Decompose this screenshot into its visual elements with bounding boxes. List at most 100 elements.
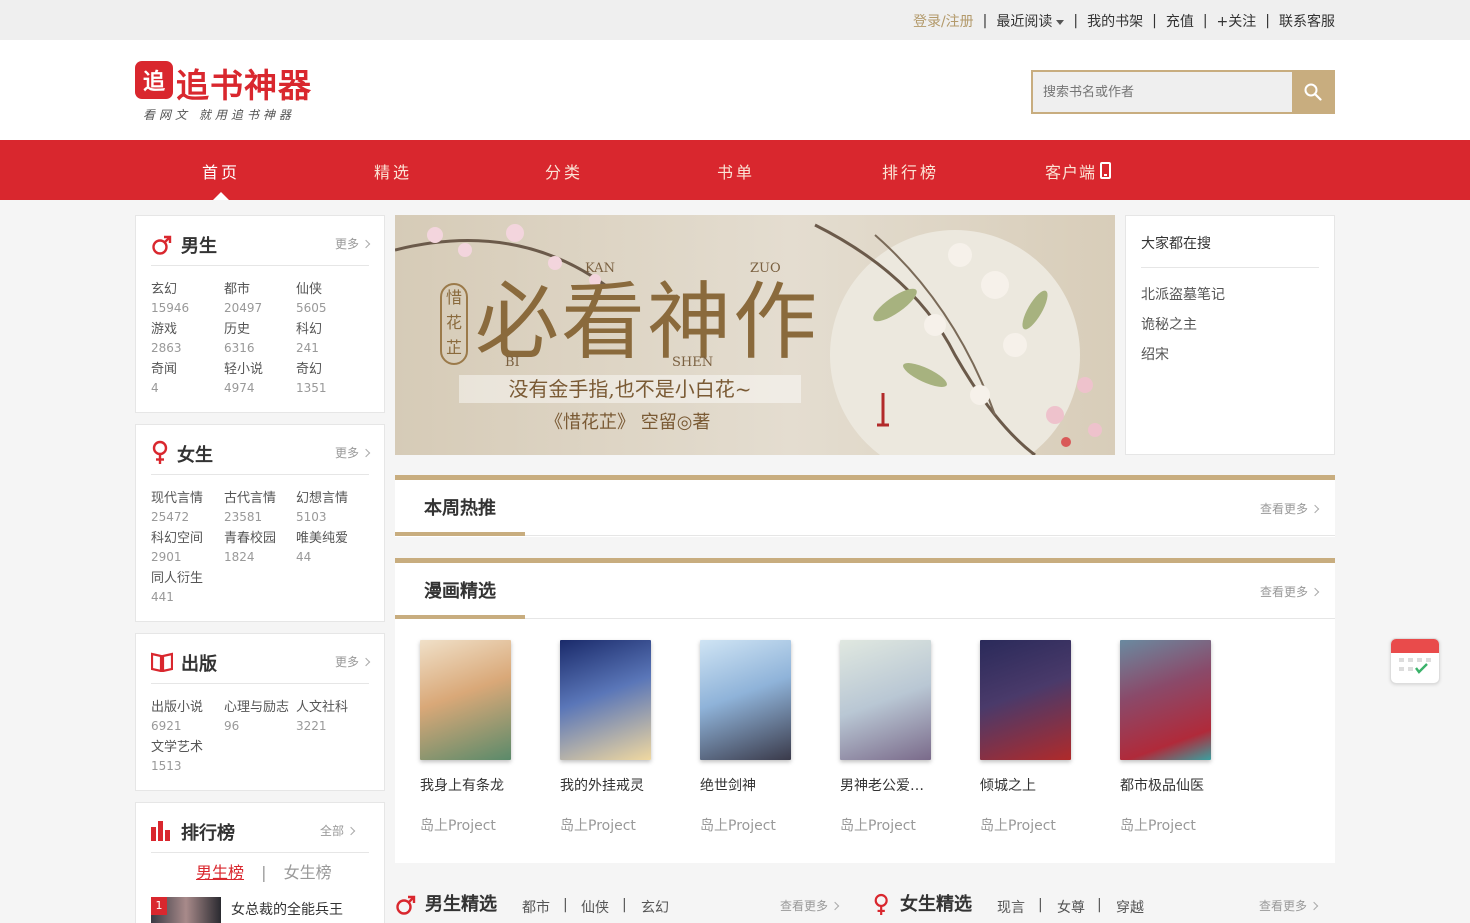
manga-card[interactable]: 倾城之上 岛上Project [955, 640, 1071, 834]
rank-book-title[interactable]: 女总裁的全能兵王 [231, 899, 343, 919]
chevron-right-icon [1310, 504, 1320, 514]
category-item[interactable]: 幻想言情 5103 [296, 491, 368, 527]
manga-cover[interactable] [1120, 640, 1211, 760]
manga-author[interactable]: 岛上Project [1120, 815, 1196, 835]
category-item[interactable]: 奇闻 4 [151, 362, 223, 398]
recent-reading-dropdown[interactable]: 最近阅读 [996, 11, 1065, 31]
hot-search-item[interactable]: 北派盗墓笔记 [1141, 284, 1225, 304]
manga-card[interactable]: 绝世剑神 岛上Project [675, 640, 791, 834]
panel-title: 男生 [181, 236, 217, 257]
tab-female-ranking[interactable]: 女生榜 [284, 863, 332, 882]
book-cover-thumb[interactable]: 1 [151, 897, 221, 923]
male-view-more-link[interactable]: 查看更多 [780, 897, 840, 914]
manga-card[interactable]: 我身上有条龙 岛上Project [395, 640, 511, 834]
nav-featured[interactable]: 精选 [374, 159, 412, 183]
category-item[interactable]: 玄幻 15946 [151, 282, 223, 318]
book-icon [151, 652, 173, 672]
manga-author[interactable]: 岛上Project [700, 815, 776, 835]
tab-male-ranking[interactable]: 男生榜 [196, 863, 244, 882]
male-tag[interactable]: 都市 [522, 897, 550, 917]
follow-link[interactable]: +关注 [1217, 11, 1257, 31]
login-register-link[interactable]: 登录/注册 [913, 11, 974, 31]
view-more-link[interactable]: 查看更多 [1260, 500, 1320, 517]
manga-title[interactable]: 男神老公爱… [840, 775, 950, 795]
manga-title[interactable]: 我身上有条龙 [420, 775, 530, 795]
logo-text[interactable]: 追书神器 [176, 59, 312, 107]
panel-header: 出版 更多 [151, 648, 371, 684]
my-shelf-link[interactable]: 我的书架 [1087, 11, 1143, 31]
manga-title[interactable]: 绝世剑神 [700, 775, 810, 795]
category-item[interactable]: 文学艺术 1513 [151, 740, 223, 776]
category-item[interactable]: 奇幻 1351 [296, 362, 368, 398]
category-item[interactable]: 科幻 241 [296, 322, 368, 358]
manga-cover[interactable] [420, 640, 511, 760]
manga-cover[interactable] [700, 640, 791, 760]
manga-cover[interactable] [840, 640, 931, 760]
panel-header: 女生 更多 [151, 439, 371, 475]
category-item[interactable]: 仙侠 5605 [296, 282, 368, 318]
male-tag[interactable]: 仙侠 [581, 897, 609, 917]
category-item[interactable]: 同人衍生 441 [151, 571, 223, 607]
nav-booklist[interactable]: 书单 [717, 159, 755, 183]
nav-ranking[interactable]: 排行榜 [882, 159, 939, 183]
manga-cover[interactable] [560, 640, 651, 760]
more-link[interactable]: 更多 [335, 653, 371, 670]
category-item[interactable]: 轻小说 4974 [224, 362, 296, 398]
male-tag[interactable]: 玄幻 [641, 897, 669, 917]
search-button[interactable] [1292, 72, 1333, 112]
more-link[interactable]: 更多 [335, 444, 371, 461]
hot-search-item[interactable]: 诡秘之主 [1141, 314, 1197, 334]
chevron-right-icon [361, 448, 371, 458]
manga-author[interactable]: 岛上Project [980, 815, 1056, 835]
sign-in-calendar-icon[interactable] [1390, 638, 1440, 684]
caret-down-icon [1056, 19, 1065, 25]
category-item[interactable]: 科幻空间 2901 [151, 531, 223, 567]
manga-title[interactable]: 都市极品仙医 [1120, 775, 1230, 795]
category-item[interactable]: 出版小说 6921 [151, 700, 223, 736]
search-input[interactable] [1033, 72, 1293, 112]
female-tag[interactable]: 现言 [997, 897, 1025, 917]
category-item[interactable]: 人文社科 3221 [296, 700, 368, 736]
nav-category[interactable]: 分类 [545, 159, 583, 183]
header: 追 追书神器 看网文 就用追书神器 [0, 40, 1470, 140]
category-item[interactable]: 都市 20497 [224, 282, 296, 318]
category-item[interactable]: 历史 6316 [224, 322, 296, 358]
female-tag[interactable]: 穿越 [1116, 897, 1144, 917]
recharge-link[interactable]: 充值 [1166, 11, 1194, 31]
main-nav: 首页 精选 分类 书单 排行榜 客户端 [0, 140, 1470, 200]
category-item[interactable]: 现代言情 25472 [151, 491, 223, 527]
check-icon [1399, 658, 1431, 674]
view-more-link[interactable]: 查看更多 [1260, 583, 1320, 600]
manga-title[interactable]: 倾城之上 [980, 775, 1090, 795]
category-item[interactable]: 唯美纯爱 44 [296, 531, 368, 567]
manga-card[interactable]: 我的外挂戒灵 岛上Project [535, 640, 651, 834]
all-link[interactable]: 全部 [320, 822, 356, 839]
section-title: 漫画精选 [424, 581, 496, 602]
panel-header: 男生 更多 [151, 230, 371, 266]
chevron-right-icon [1310, 587, 1320, 597]
customer-service-link[interactable]: 联系客服 [1279, 11, 1335, 31]
manga-author[interactable]: 岛上Project [840, 815, 916, 835]
male-symbol-icon [152, 235, 172, 255]
category-item[interactable]: 游戏 2863 [151, 322, 223, 358]
manga-author[interactable]: 岛上Project [420, 815, 496, 835]
manga-title[interactable]: 我的外挂戒灵 [560, 775, 670, 795]
logo-icon[interactable]: 追 [135, 61, 173, 99]
female-tag[interactable]: 女尊 [1057, 897, 1085, 917]
hot-search-title: 大家都在搜 [1141, 236, 1211, 252]
manga-card[interactable]: 都市极品仙医 岛上Project [1095, 640, 1211, 834]
hot-search-item[interactable]: 绍宋 [1141, 344, 1169, 364]
publish-category-panel: 出版 更多 出版小说 6921 心理与励志 96 人文社科 3221 文学艺术 1513 [135, 633, 385, 791]
category-item[interactable]: 心理与励志 96 [224, 700, 296, 736]
category-item[interactable]: 青春校园 1824 [224, 531, 296, 567]
category-item[interactable]: 古代言情 23581 [224, 491, 296, 527]
manga-author[interactable]: 岛上Project [560, 815, 636, 835]
manga-card[interactable]: 男神老公爱… 岛上Project [815, 640, 931, 834]
nav-home[interactable]: 首页 [202, 159, 240, 183]
nav-client[interactable]: 客户端 [1045, 159, 1112, 183]
more-link[interactable]: 更多 [335, 235, 371, 252]
promo-banner[interactable]: 惜花芷 必看神作 KAN ZUO BI SHEN 没有金手指,也不是小白花~ 《… [395, 215, 1115, 455]
carousel-dot[interactable] [1061, 437, 1071, 447]
female-view-more-link[interactable]: 查看更多 [1259, 897, 1319, 914]
manga-cover[interactable] [980, 640, 1071, 760]
